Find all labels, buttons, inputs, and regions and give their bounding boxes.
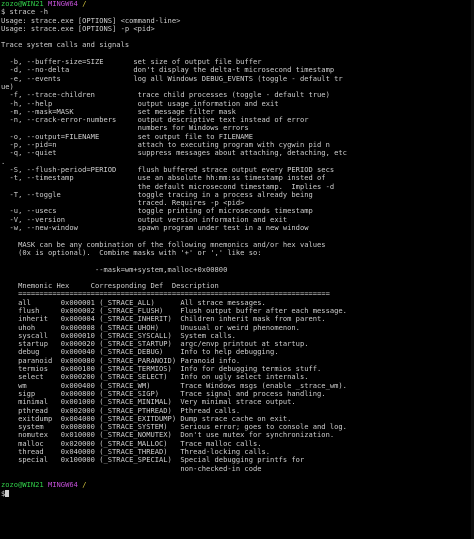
output-line: (0x is optional). Combine masks with '+'… — [1, 247, 262, 257]
prompt-line-bottom: zozo@WIN21 MINGW64 / — [0, 481, 474, 489]
output-line: -w, --new-window spawn program under tes… — [1, 223, 309, 233]
prompt-user: zozo@WIN21 — [1, 480, 44, 490]
prompt-shell: MINGW64 — [48, 480, 78, 490]
text-cursor — [5, 489, 10, 497]
output-line: -e, --events log all Windows DEBUG_EVENT… — [1, 73, 343, 83]
terminal-window[interactable]: zozo@WIN21 MINGW64 / $ strace -h Usage: … — [0, 0, 474, 539]
command-output: Usage: strace.exe [OPTIONS] <command-lin… — [0, 16, 474, 482]
output-line: -q, --quiet suppress messages about atta… — [1, 148, 347, 158]
output-line: --mask=wm+system,malloc+0x00800 — [1, 264, 228, 274]
input-line[interactable]: $ — [0, 489, 474, 498]
prompt-line-top: zozo@WIN21 MINGW64 / — [0, 0, 474, 8]
prompt-shell: MINGW64 — [48, 0, 78, 8]
prompt-path: / — [82, 480, 87, 490]
output-line: non-checked-in code — [1, 463, 262, 473]
output-line: Usage: strace.exe [OPTIONS] -p <pid> — [1, 23, 155, 33]
prompt-path: / — [82, 0, 87, 8]
output-line: Trace system calls and signals — [1, 40, 130, 50]
